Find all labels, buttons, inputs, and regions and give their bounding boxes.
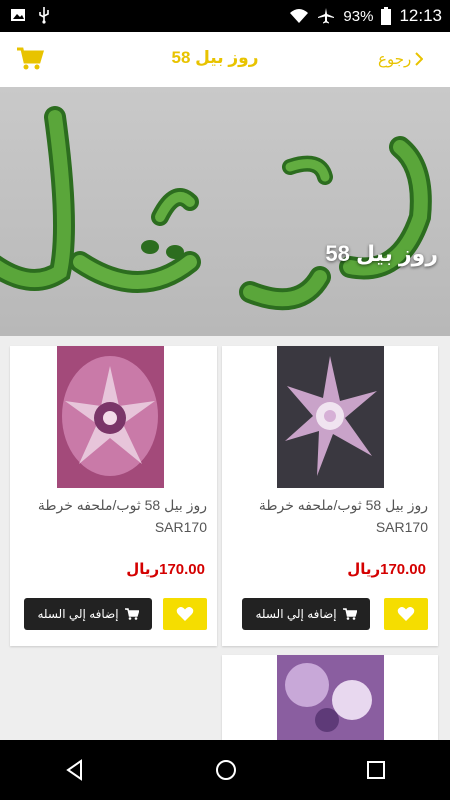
home-nav-icon[interactable] xyxy=(214,758,238,782)
product-name[interactable]: روز بيل 58 ثوب/ملحفه خرطة SAR170 xyxy=(18,494,207,538)
product-card[interactable]: روز بيل 58 ثوب/ملحفه خرطة SAR170 170.00ر… xyxy=(222,346,438,646)
banner-title: روز بيل 58 xyxy=(325,241,438,266)
product-image xyxy=(277,346,384,488)
product-image xyxy=(277,655,384,740)
heart-icon xyxy=(397,607,415,621)
airplane-icon xyxy=(318,8,335,24)
banner-calligraphy-image xyxy=(0,106,432,311)
back-nav-icon[interactable] xyxy=(63,758,87,782)
status-bar: 93% 12:13 xyxy=(0,0,450,32)
recents-nav-icon[interactable] xyxy=(365,759,387,781)
chevron-right-icon xyxy=(415,52,424,66)
app-header: روز بيل 58 رجوع xyxy=(0,32,450,87)
wifi-icon xyxy=(290,9,309,23)
add-to-cart-label: إضافه إلي السله xyxy=(37,607,119,621)
clock: 12:13 xyxy=(399,6,442,25)
page-title: روز بيل 58 xyxy=(171,48,259,67)
favorite-button[interactable] xyxy=(384,598,428,630)
add-to-cart-label: إضافه إلي السله xyxy=(255,607,337,621)
product-price: 170.00ريال xyxy=(347,561,426,578)
battery-icon xyxy=(381,7,392,25)
category-banner: روز بيل 58 xyxy=(0,87,450,336)
back-button[interactable]: رجوع xyxy=(378,50,424,68)
product-price: 170.00ريال xyxy=(126,561,205,578)
image-icon xyxy=(11,9,25,21)
add-to-cart-button[interactable]: إضافه إلي السله xyxy=(24,598,152,630)
favorite-button[interactable] xyxy=(163,598,207,630)
usb-icon xyxy=(39,7,49,24)
product-image xyxy=(57,346,164,488)
product-card[interactable]: روز بيل 58 ثوب/ملحفه خرطة SAR170 170.00ر… xyxy=(10,346,217,646)
add-to-cart-button[interactable]: إضافه إلي السله xyxy=(242,598,370,630)
product-card[interactable] xyxy=(222,655,438,740)
heart-icon xyxy=(176,607,194,621)
cart-icon xyxy=(342,608,357,620)
battery-percent: 93% xyxy=(343,7,374,25)
system-nav-bar xyxy=(0,740,450,800)
back-label: رجوع xyxy=(378,51,412,68)
cart-icon xyxy=(124,608,139,620)
product-name[interactable]: روز بيل 58 ثوب/ملحفه خرطة SAR170 xyxy=(230,494,428,538)
